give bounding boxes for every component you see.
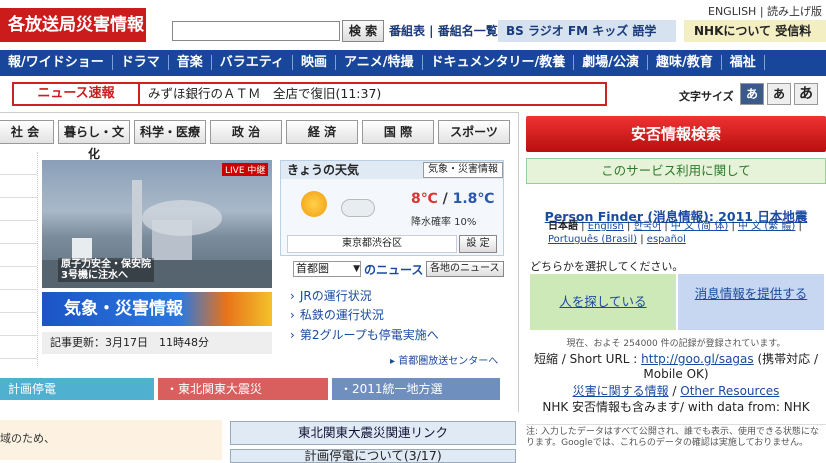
tab-economy[interactable]: 経 済 (286, 120, 358, 144)
lang-link[interactable]: 中 文 (简 体) (671, 221, 728, 232)
weather-location: 東京都渋谷区 (287, 235, 457, 253)
nav-item[interactable]: 福祉 (721, 55, 765, 70)
site-logo[interactable]: 各放送局災害情報 (0, 8, 146, 42)
disaster-banner[interactable]: 気象・災害情報 (42, 292, 272, 326)
news-link[interactable]: 第2グループも停電実施へ (290, 326, 439, 343)
nav-item[interactable]: 映画 (293, 55, 337, 70)
caption-line: 原子力安全・保安院 (61, 259, 151, 270)
divider (0, 112, 518, 113)
live-badge: LIVE 中継 (222, 163, 269, 176)
nhk-about-link[interactable]: NHKについて 受信料 (684, 20, 826, 42)
resource-links: 災害に関する情報 / Other Resources (572, 384, 780, 398)
bottom-left-notice: 域のため、 (0, 420, 222, 460)
disclaimer-note: 注: 入力したデータはすべて公開され、誰でも表示、使用できる状態になります。Go… (526, 424, 826, 449)
data-source: NHK 安否情報も含みます/ with data from: NHK (542, 400, 810, 414)
seek-person-button[interactable]: 人を探している (530, 274, 676, 330)
short-url: 短縮 / Short URL : http://goo.gl/sagas (携帯… (526, 352, 826, 382)
language-selector: 日本語 | English | 한국어 | 中 文 (简 体) | 中 文 (繁… (548, 221, 802, 245)
news-link[interactable]: JRの運行状況 (290, 287, 372, 304)
person-finder-panel: Person Finder (消息情報): 2011 日本地震 日本語 | En… (526, 196, 826, 459)
update-time: 記事更新：3月17日 11時48分 (42, 332, 272, 354)
tab-life-culture[interactable]: 暮らし・文化 (58, 120, 130, 161)
nav-item[interactable]: ドラマ (112, 55, 169, 70)
global-nav: 報/ワイドショー ドラマ 音楽 バラエティ 映画 アニメ/特撮 ドキュメンタリー/教養 劇場/… (0, 50, 826, 76)
nav-item[interactable]: 音楽 (168, 55, 212, 70)
broadcast-center-link[interactable]: ▸ 首都圏放送センターへ (390, 352, 498, 367)
nav-item[interactable]: バラエティ (211, 55, 294, 70)
lang-link[interactable]: español (647, 234, 686, 245)
tab-earthquake[interactable]: ・東北関東大震災 (158, 378, 328, 400)
region-select-value: 首都圏 (296, 262, 329, 275)
sun-icon (301, 191, 327, 217)
photo-caption: 原子力安全・保安院 3号機に注水へ (58, 258, 154, 282)
language-links[interactable]: ENGLISH | 読み上げ版 (708, 3, 822, 19)
tab-election-label: 2011統一地方選 (352, 382, 443, 396)
tab-society[interactable]: 社 会 (0, 120, 54, 144)
channel-nav[interactable]: BS ラジオ FM キッズ 語学 (498, 20, 676, 42)
broadcast-center-text: 首都圏放送センターへ (398, 356, 499, 367)
tab-international[interactable]: 国 際 (362, 120, 434, 144)
other-resources-link[interactable]: Other Resources (680, 384, 779, 398)
temperature: 8℃ / 1.8℃ (411, 191, 495, 207)
lang-link[interactable]: 中 文 (繁 體) (738, 221, 795, 232)
font-size-label: 文字サイズ (679, 90, 734, 103)
left-list (0, 152, 38, 366)
weather-panel: きょうの天気 気象・災害情報 8℃ / 1.8℃ 降水確率 10% 東京都渋谷区… (280, 160, 504, 256)
news-link[interactable]: 私鉄の運行状況 (290, 306, 384, 323)
cloud-icon (341, 199, 375, 217)
short-url-link[interactable]: http://goo.gl/sagas (641, 352, 754, 366)
lang-current: 日本語 (548, 221, 578, 232)
tab-sports[interactable]: スポーツ (438, 120, 510, 144)
tab-election[interactable]: ・2011統一地方選 (332, 378, 500, 400)
choose-prompt: どちらかを選択してください。 (530, 260, 684, 273)
search-button[interactable]: 検 索 (342, 20, 384, 42)
power-outage-link[interactable]: 計画停電について(3/17) (230, 449, 516, 463)
font-size-medium-button[interactable]: あ (767, 83, 791, 105)
lang-link[interactable]: English (588, 221, 624, 232)
news-flash-label: ニュース速報 (14, 84, 140, 104)
region-select[interactable]: 首都圏 ▼ (293, 261, 361, 277)
divider (518, 112, 519, 412)
news-flash-bar: ニュース速報 みずほ銀行のＡＴＭ 全店で復旧(11:37) (12, 82, 607, 106)
program-links[interactable]: 番組表 | 番組名一覧 (389, 22, 498, 39)
lang-link[interactable]: 한국어 (634, 221, 662, 232)
caption-line: 3号機に注水へ (61, 270, 128, 281)
tab-power-outage[interactable]: 計画停電 (0, 378, 154, 400)
font-size-small-button[interactable]: あ (740, 83, 764, 105)
lang-link[interactable]: Português (Brasil) (548, 234, 637, 245)
related-links-button[interactable]: 東北関東大震災関連リンク (230, 421, 516, 445)
tab-politics[interactable]: 政 治 (210, 120, 282, 144)
nav-item[interactable]: 劇場/公演 (574, 55, 649, 70)
regional-news-label: のニュース (364, 263, 424, 277)
tab-science[interactable]: 科学・医療 (134, 120, 206, 144)
nav-item[interactable]: アニメ/特撮 (336, 55, 423, 70)
nav-item[interactable]: 報/ワイドショー (0, 55, 113, 70)
weather-info-button[interactable]: 気象・災害情報 (423, 162, 503, 178)
nav-item[interactable]: ドキュメンタリー/教養 (422, 55, 575, 70)
chevron-down-icon: ▼ (353, 264, 360, 274)
service-info-link[interactable]: このサービス利用に関して (526, 158, 826, 184)
weather-set-button[interactable]: 設 定 (459, 235, 497, 253)
temp-low: 1.8℃ (452, 191, 495, 207)
rain-probability: 降水確率 10% (411, 217, 477, 228)
safety-search-button[interactable]: 安否情報検索 (526, 116, 826, 152)
search-input[interactable] (172, 21, 340, 41)
tab-earthquake-label: 東北関東大震災 (178, 382, 263, 396)
short-url-label: 短縮 / Short URL : (533, 352, 638, 366)
disaster-info-link[interactable]: 災害に関する情報 (573, 384, 669, 398)
news-flash-text[interactable]: みずほ銀行のＡＴＭ 全店で復旧(11:37) (148, 84, 381, 104)
temp-high: 8℃ (411, 191, 438, 207)
local-news-button[interactable]: 各地のニュース (426, 261, 504, 277)
nav-item[interactable]: 趣味/教育 (648, 55, 722, 70)
record-count: 現在、およそ 254000 件の記録が登録されています。 (566, 339, 786, 349)
font-size-large-button[interactable]: あ (794, 83, 818, 105)
provide-info-button[interactable]: 消息情報を提供する (678, 274, 824, 330)
